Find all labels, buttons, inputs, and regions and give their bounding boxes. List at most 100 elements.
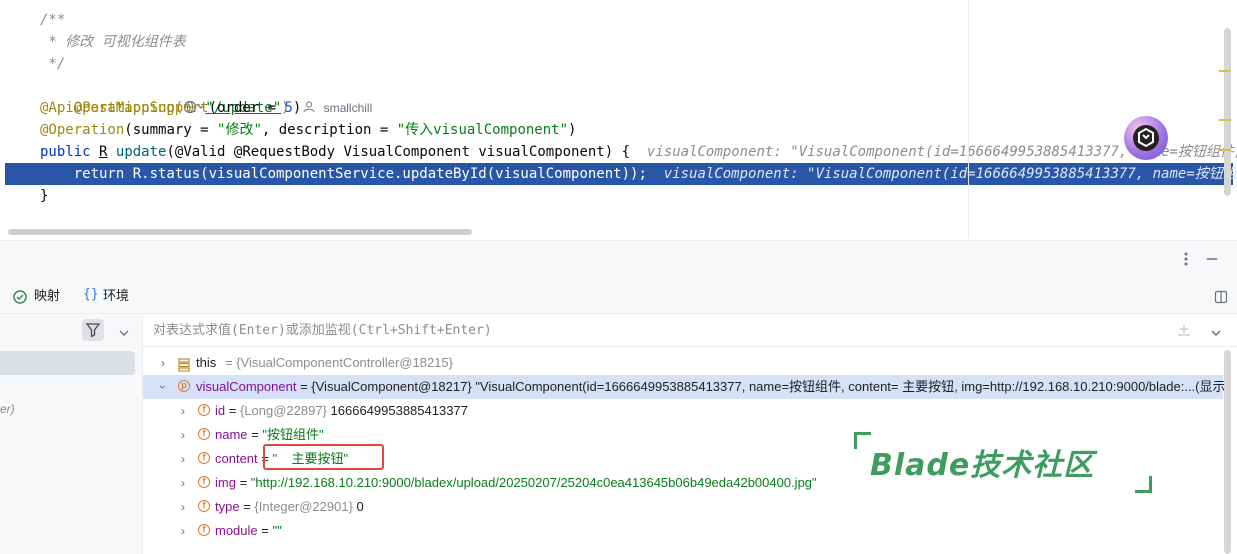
code-line-5: @ApiOperationSupport(order = 5) <box>40 97 301 119</box>
more-options-icon[interactable] <box>1180 251 1192 271</box>
equals: = <box>257 523 273 538</box>
chevron-right-icon[interactable]: › <box>177 399 189 423</box>
evaluate-expression-bar <box>143 314 1237 347</box>
highlight-annotation-box <box>263 444 384 470</box>
variable-name: content <box>215 451 258 466</box>
code-line-6: @Operation(summary = "修改", description =… <box>40 119 576 141</box>
code-line-8: return R.status(visualComponentService.u… <box>40 163 1237 185</box>
author-icon <box>302 99 324 121</box>
variable-row-module[interactable]: › f module = "" <box>143 519 1223 543</box>
code-text: (summary = <box>124 122 218 138</box>
tab-environment[interactable]: 环境 <box>103 287 129 305</box>
bracket-top-left <box>854 432 871 449</box>
minimize-icon[interactable] <box>1205 251 1219 271</box>
chevron-right-icon[interactable]: › <box>157 544 169 554</box>
variable-name: this <box>196 355 217 370</box>
variable-row-this[interactable]: › this = {VisualComponentController@1821… <box>143 351 1223 375</box>
code-line-1: /** <box>40 12 66 28</box>
variable-value: 0 <box>352 499 364 514</box>
field-icon: f <box>198 452 210 464</box>
variable-name: type <box>215 499 240 514</box>
author-name[interactable]: smallchill <box>324 101 373 115</box>
selected-frame[interactable] <box>0 351 135 375</box>
code-text: ) <box>292 100 302 116</box>
code-line-4: @PostMapping("/update") smallchill <box>40 75 373 116</box>
environment-icon: {} <box>83 287 99 302</box>
annotation-apioperationsupport: @ApiOperationSupport <box>40 100 209 116</box>
variable-name: id <box>215 403 226 418</box>
variable-value: "" <box>272 523 282 538</box>
variable-ref: {Long@22897} <box>239 403 327 418</box>
assistant-avatar-icon[interactable] <box>1124 116 1168 160</box>
code-string: "传入visualComponent" <box>396 122 569 138</box>
variable-row-visualcomponent[interactable]: › p visualComponent = {VisualComponent@1… <box>143 375 1230 399</box>
code-line-3: */ <box>40 56 66 72</box>
chevron-right-icon[interactable]: › <box>177 423 189 447</box>
field-icon: f <box>198 428 210 440</box>
watermark-logo: Blade技术社区 <box>848 432 1153 494</box>
warning-marker[interactable] <box>1219 119 1231 121</box>
variable-line: type = {Integer@22901} 0 <box>215 495 364 519</box>
watermark-text: Blade技术社区 <box>870 448 1095 483</box>
variable-name: img <box>215 475 236 490</box>
variable-line: img = "http://192.168.10.210:9000/bladex… <box>215 471 817 495</box>
code-text: (order = <box>208 100 285 116</box>
tab-mapping[interactable]: 映射 <box>34 287 60 305</box>
chevron-right-icon[interactable]: › <box>177 447 189 471</box>
chevron-right-icon[interactable]: › <box>177 519 189 543</box>
variable-row-partial[interactable]: › <box>143 544 1223 554</box>
editor-vertical-scrollbar[interactable] <box>1224 28 1231 196</box>
chevron-down-icon[interactable]: › <box>151 381 175 393</box>
chevron-down-icon[interactable] <box>118 324 130 343</box>
chevron-down-icon[interactable] <box>1210 324 1222 343</box>
variable-value: = {VisualComponentController@18215} <box>225 355 453 370</box>
warning-marker[interactable] <box>1219 70 1231 72</box>
chevron-right-icon[interactable]: › <box>177 471 189 495</box>
bracket-bottom-right <box>1135 476 1152 493</box>
inline-value-hint: visualComponent: "VisualComponent(id=166… <box>663 166 1237 182</box>
code-text: , description = <box>261 122 397 138</box>
keyword-public: public <box>40 144 91 160</box>
equals: = <box>235 475 251 490</box>
variable-value: "http://192.168.10.210:9000/bladex/uploa… <box>250 475 817 490</box>
variable-value: "VisualComponent(id=1666649953885413377,… <box>471 379 1230 394</box>
code-editor[interactable]: /** * 修改 可视化组件表 */ @PostMapping("/update… <box>0 0 1237 240</box>
variable-value: "按钮组件" <box>262 427 324 442</box>
execution-line-highlight: return R.status(visualComponentService.u… <box>5 163 1237 185</box>
warning-marker[interactable] <box>1219 149 1231 151</box>
debug-panel-header <box>0 240 1237 279</box>
variable-row-id[interactable]: › f id = {Long@22897} 166664995388541337… <box>143 399 1223 423</box>
frames-panel: er) <box>0 314 143 554</box>
equals: = <box>296 379 312 394</box>
variable-ref: {VisualComponent@18217} <box>311 379 472 394</box>
field-icon: f <box>198 500 210 512</box>
editor-horizontal-scrollbar[interactable] <box>8 229 472 235</box>
variable-row-type[interactable]: › f type = {Integer@22901} 0 <box>143 495 1223 519</box>
layout-toggle-icon[interactable] <box>1214 289 1228 308</box>
equals: = <box>239 499 255 514</box>
code-line-9: } <box>40 188 49 204</box>
variable-line: id = {Long@22897} 1666649953885413377 <box>215 399 468 423</box>
variable-name: module <box>215 523 258 538</box>
mapping-icon <box>13 289 27 308</box>
add-watch-icon[interactable] <box>1176 322 1192 342</box>
variable-ref: {Integer@22901} <box>254 499 353 514</box>
code-line-2: * 修改 可视化组件表 <box>40 34 186 50</box>
code-number: 5 <box>284 100 293 116</box>
method-params: (@Valid @RequestBody VisualComponent vis… <box>166 144 631 160</box>
frame-label[interactable]: er) <box>0 402 15 416</box>
chevron-right-icon[interactable]: › <box>157 351 169 375</box>
filter-button[interactable] <box>82 319 104 341</box>
filter-icon <box>85 323 101 338</box>
method-name: update <box>115 144 167 160</box>
field-icon: f <box>198 524 210 536</box>
return-type: R <box>99 144 108 160</box>
equals: = <box>225 403 240 418</box>
debug-tabs-bar: 映射 {} 环境 <box>0 279 1237 314</box>
chevron-right-icon[interactable]: › <box>177 495 189 519</box>
variables-scrollbar[interactable] <box>1224 350 1231 554</box>
field-icon: f <box>198 476 210 488</box>
variable-name: visualComponent <box>196 379 297 394</box>
evaluate-expression-input[interactable] <box>153 321 1053 339</box>
code-text: ) <box>568 122 577 138</box>
